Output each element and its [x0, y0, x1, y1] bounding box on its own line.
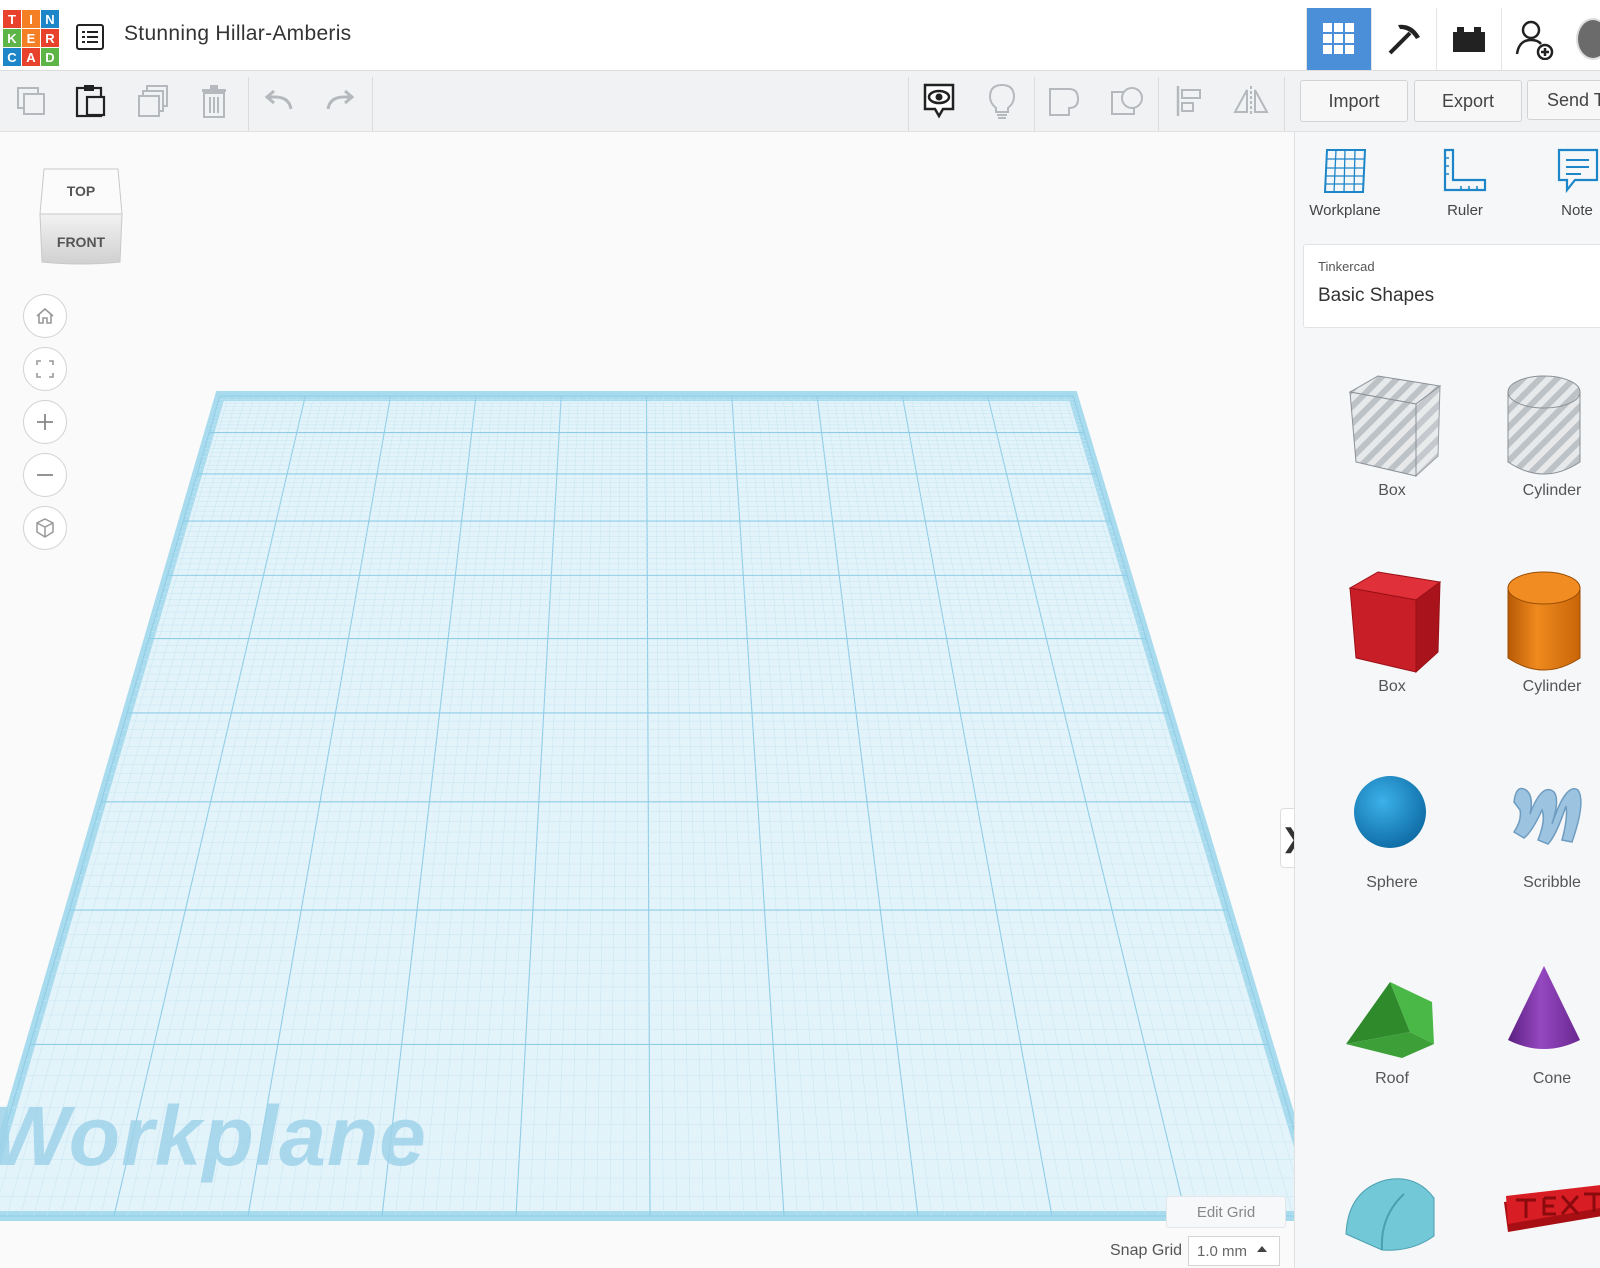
ruler-icon	[1443, 148, 1487, 192]
paste-icon[interactable]	[61, 71, 121, 131]
zoom-out-icon[interactable]	[23, 453, 67, 497]
snap-grid-select[interactable]: 1.0 mm	[1188, 1236, 1280, 1266]
show-all-icon[interactable]	[972, 71, 1032, 131]
edit-toolbar: Import Export Send T	[0, 71, 1600, 132]
shape-scribble[interactable]: Scribble	[1482, 742, 1600, 912]
avatar[interactable]	[1566, 8, 1600, 70]
note-tool-label: Note	[1561, 202, 1593, 219]
add-user-icon[interactable]	[1501, 8, 1566, 70]
shape-label: Sphere	[1366, 874, 1418, 891]
brick-icon[interactable]	[1436, 8, 1501, 70]
collapse-panel-button[interactable]: ❯	[1280, 808, 1294, 868]
library-source: Tinkercad	[1318, 259, 1375, 274]
shape-box-hole[interactable]: Box	[1322, 350, 1462, 520]
cylinder-hole-icon	[1507, 375, 1581, 475]
logo-letter: E	[22, 29, 40, 47]
shape-cylinder-hole[interactable]: Cylinder	[1482, 350, 1600, 520]
3d-design-grid-icon[interactable]	[1306, 8, 1371, 70]
ungroup-icon[interactable]	[1097, 71, 1157, 131]
top-right-buttons	[1306, 8, 1600, 70]
logo-letter: R	[41, 29, 59, 47]
cone-icon	[1508, 966, 1580, 1049]
shapes-panel: Workplane Ruler Note Tinkercad Basic Sha…	[1294, 132, 1600, 1268]
mirror-icon[interactable]	[1221, 71, 1281, 131]
shape-label: Cylinder	[1522, 482, 1582, 499]
sphere-icon	[1354, 776, 1426, 848]
design-title[interactable]: Stunning Hillar-Amberis	[124, 22, 351, 46]
logo-letter: N	[41, 10, 59, 28]
group-icon[interactable]	[1035, 71, 1095, 131]
export-button[interactable]: Export	[1414, 80, 1522, 122]
shape-label: Scribble	[1523, 874, 1581, 891]
logo-letter: A	[22, 48, 40, 66]
text-icon	[1504, 1185, 1600, 1232]
logo-letter: C	[3, 48, 21, 66]
roof-icon	[1346, 982, 1434, 1058]
logo-letter: I	[22, 10, 40, 28]
shape-label: Cylinder	[1522, 678, 1582, 695]
shape-label: Box	[1378, 482, 1406, 499]
box-icon	[1348, 571, 1442, 674]
shape-label: Cone	[1532, 1070, 1572, 1087]
perspective-icon[interactable]	[23, 506, 67, 550]
note-tool[interactable]: Note	[1527, 146, 1600, 236]
view-cube-top-label[interactable]: TOP	[67, 183, 96, 199]
design-list-icon[interactable]	[76, 24, 104, 50]
import-button[interactable]: Import	[1300, 80, 1408, 122]
fit-view-icon[interactable]	[23, 347, 67, 391]
duplicate-icon[interactable]	[123, 71, 183, 131]
shape-text[interactable]	[1482, 1134, 1600, 1268]
ruler-tool[interactable]: Ruler	[1415, 146, 1515, 236]
shape-library-selector[interactable]: Tinkercad Basic Shapes	[1303, 244, 1600, 328]
workplane-watermark: Workplane	[0, 1089, 427, 1183]
zoom-in-icon[interactable]	[23, 400, 67, 444]
home-icon[interactable]	[23, 294, 67, 338]
snap-grid-label: Snap Grid	[1110, 1242, 1183, 1259]
view-cube[interactable]: TOP FRONT	[38, 166, 124, 266]
redo-icon[interactable]	[310, 71, 370, 131]
workplane-tool[interactable]: Workplane	[1295, 146, 1395, 236]
align-icon[interactable]	[1159, 71, 1219, 131]
round-roof-icon	[1345, 1178, 1435, 1251]
snap-grid-value: 1.0 mm	[1197, 1242, 1248, 1260]
shape-round-roof[interactable]	[1322, 1134, 1462, 1268]
logo-letter: D	[41, 48, 59, 66]
shape-label: Roof	[1375, 1070, 1409, 1087]
shape-cone[interactable]: Cone	[1482, 938, 1600, 1108]
workplane-tool-label: Workplane	[1309, 202, 1381, 219]
shape-sphere[interactable]: Sphere	[1322, 742, 1462, 912]
cylinder-icon	[1507, 571, 1581, 671]
delete-icon[interactable]	[184, 71, 244, 131]
undo-icon[interactable]	[249, 71, 309, 131]
logo-letter: K	[3, 29, 21, 47]
box-hole-icon	[1348, 375, 1442, 478]
workplane-icon	[1323, 149, 1367, 193]
notes-visibility-icon[interactable]	[909, 71, 969, 131]
shape-box[interactable]: Box	[1322, 546, 1462, 716]
pickaxe-icon[interactable]	[1371, 8, 1436, 70]
view-cube-front-label[interactable]: FRONT	[57, 234, 106, 250]
3d-canvas[interactable]: Workplane TOP FRONT Edit Grid Snap Grid …	[0, 132, 1294, 1268]
logo-letter: T	[3, 10, 21, 28]
top-bar: T I N K E R C A D Stunning Hillar-Amberi…	[0, 0, 1600, 71]
copy-icon[interactable]	[1, 71, 61, 131]
shape-label: Box	[1378, 678, 1406, 695]
caret-up-icon	[1257, 1246, 1267, 1252]
tinkercad-logo[interactable]: T I N K E R C A D	[3, 10, 59, 66]
shape-roof[interactable]: Roof	[1322, 938, 1462, 1108]
edit-grid-button[interactable]: Edit Grid	[1166, 1196, 1286, 1228]
note-icon	[1557, 148, 1599, 194]
shape-cylinder[interactable]: Cylinder	[1482, 546, 1600, 716]
send-to-button[interactable]: Send T	[1527, 80, 1600, 120]
ruler-tool-label: Ruler	[1447, 202, 1483, 219]
scribble-icon	[1512, 787, 1582, 845]
library-name: Basic Shapes	[1318, 285, 1435, 306]
